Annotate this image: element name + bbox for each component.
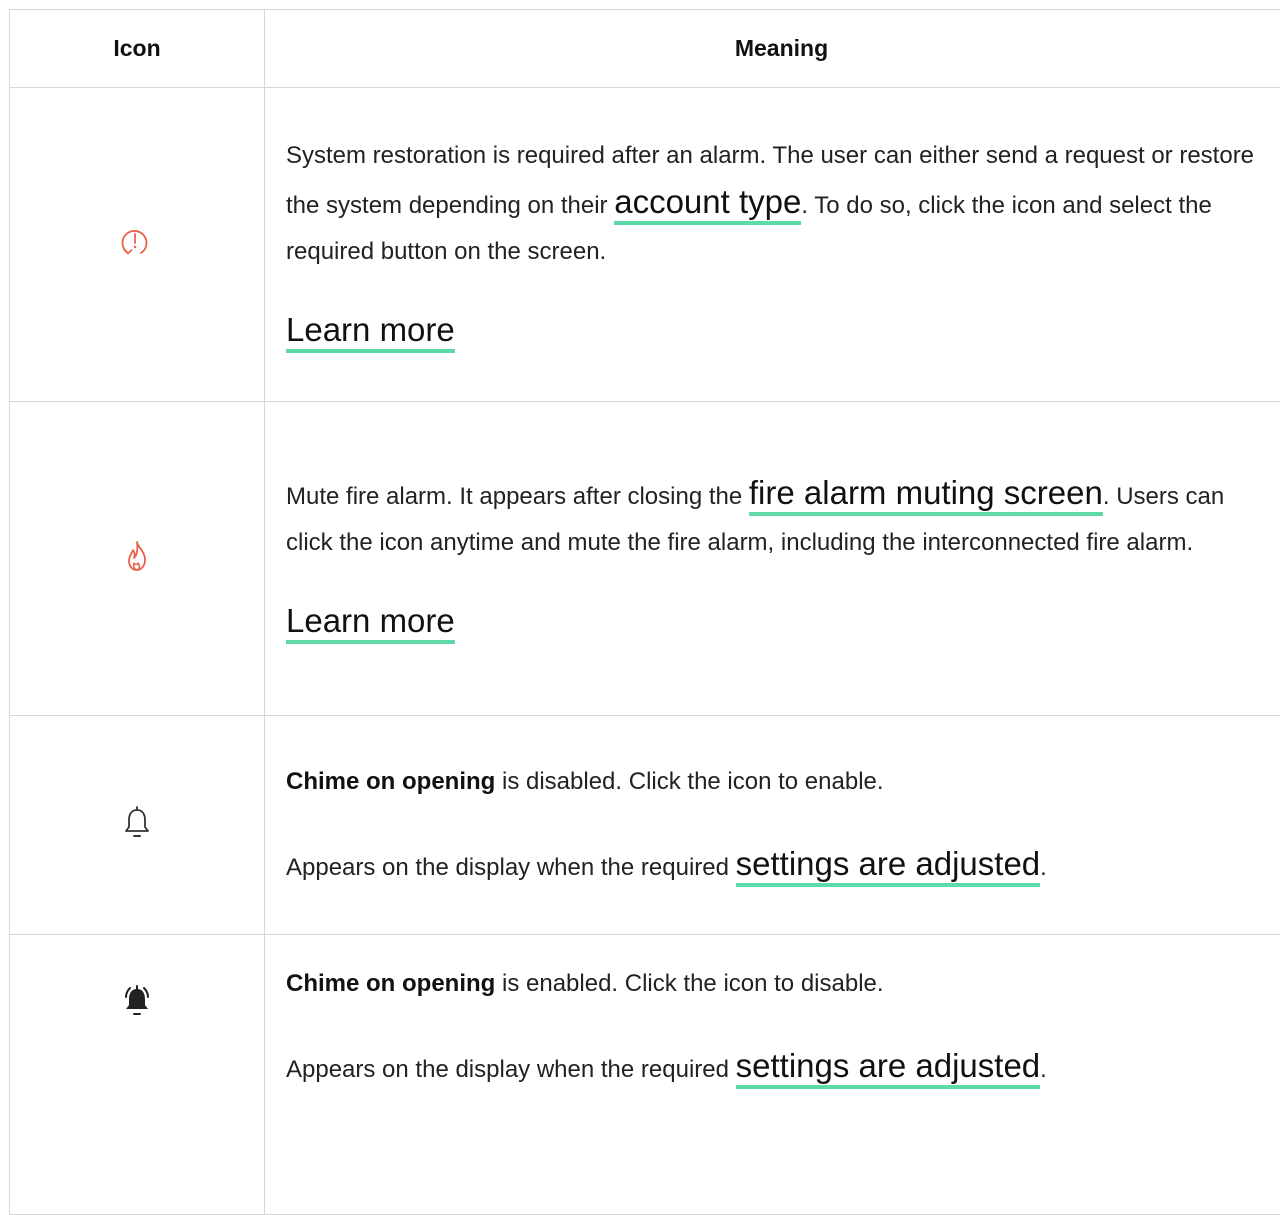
meaning-text: System restoration is required after an … bbox=[286, 133, 1268, 275]
table-row: Chime on opening is enabled. Click the i… bbox=[10, 935, 1280, 1215]
settings-are-adjusted-link[interactable]: settings are adjusted bbox=[736, 845, 1041, 887]
bell-ringing-icon bbox=[120, 983, 154, 1024]
fire-alarm-muting-screen-link[interactable]: fire alarm muting screen bbox=[749, 474, 1103, 516]
learn-more-link[interactable]: Learn more bbox=[286, 602, 455, 644]
settings-are-adjusted-link[interactable]: settings are adjusted bbox=[736, 1047, 1041, 1089]
meaning-cell: Mute fire alarm. It appears after closin… bbox=[265, 402, 1280, 716]
icon-cell bbox=[10, 88, 265, 402]
meaning-text: Chime on opening is enabled. Click the i… bbox=[286, 961, 1268, 1007]
meaning-text: Mute fire alarm. It appears after closin… bbox=[286, 470, 1268, 566]
icon-meaning-table: Icon Meaning System restoration is requi… bbox=[9, 9, 1280, 1215]
table-header-row: Icon Meaning bbox=[10, 10, 1280, 88]
meaning-cell: Chime on opening is enabled. Click the i… bbox=[265, 935, 1280, 1215]
header-icon: Icon bbox=[10, 10, 265, 88]
fire-icon bbox=[121, 538, 153, 579]
learn-more-link[interactable]: Learn more bbox=[286, 311, 455, 353]
chime-on-opening-label: Chime on opening bbox=[286, 970, 495, 997]
account-type-link[interactable]: account type bbox=[614, 183, 801, 225]
icon-cell bbox=[10, 402, 265, 716]
table-row: Chime on opening is disabled. Click the … bbox=[10, 716, 1280, 935]
icon-cell bbox=[10, 935, 265, 1215]
appears-text: Appears on the display when the required… bbox=[286, 841, 1268, 891]
restore-alarm-icon bbox=[118, 223, 156, 266]
icon-cell bbox=[10, 716, 265, 935]
meaning-cell: Chime on opening is disabled. Click the … bbox=[265, 716, 1280, 935]
table-row: Mute fire alarm. It appears after closin… bbox=[10, 402, 1280, 716]
chime-on-opening-label: Chime on opening bbox=[286, 768, 495, 795]
appears-text: Appears on the display when the required… bbox=[286, 1043, 1268, 1093]
meaning-cell: System restoration is required after an … bbox=[265, 88, 1280, 402]
meaning-text: Chime on opening is disabled. Click the … bbox=[286, 759, 1268, 805]
table-row: System restoration is required after an … bbox=[10, 88, 1280, 402]
header-meaning: Meaning bbox=[265, 10, 1280, 88]
bell-outline-icon bbox=[122, 805, 152, 846]
